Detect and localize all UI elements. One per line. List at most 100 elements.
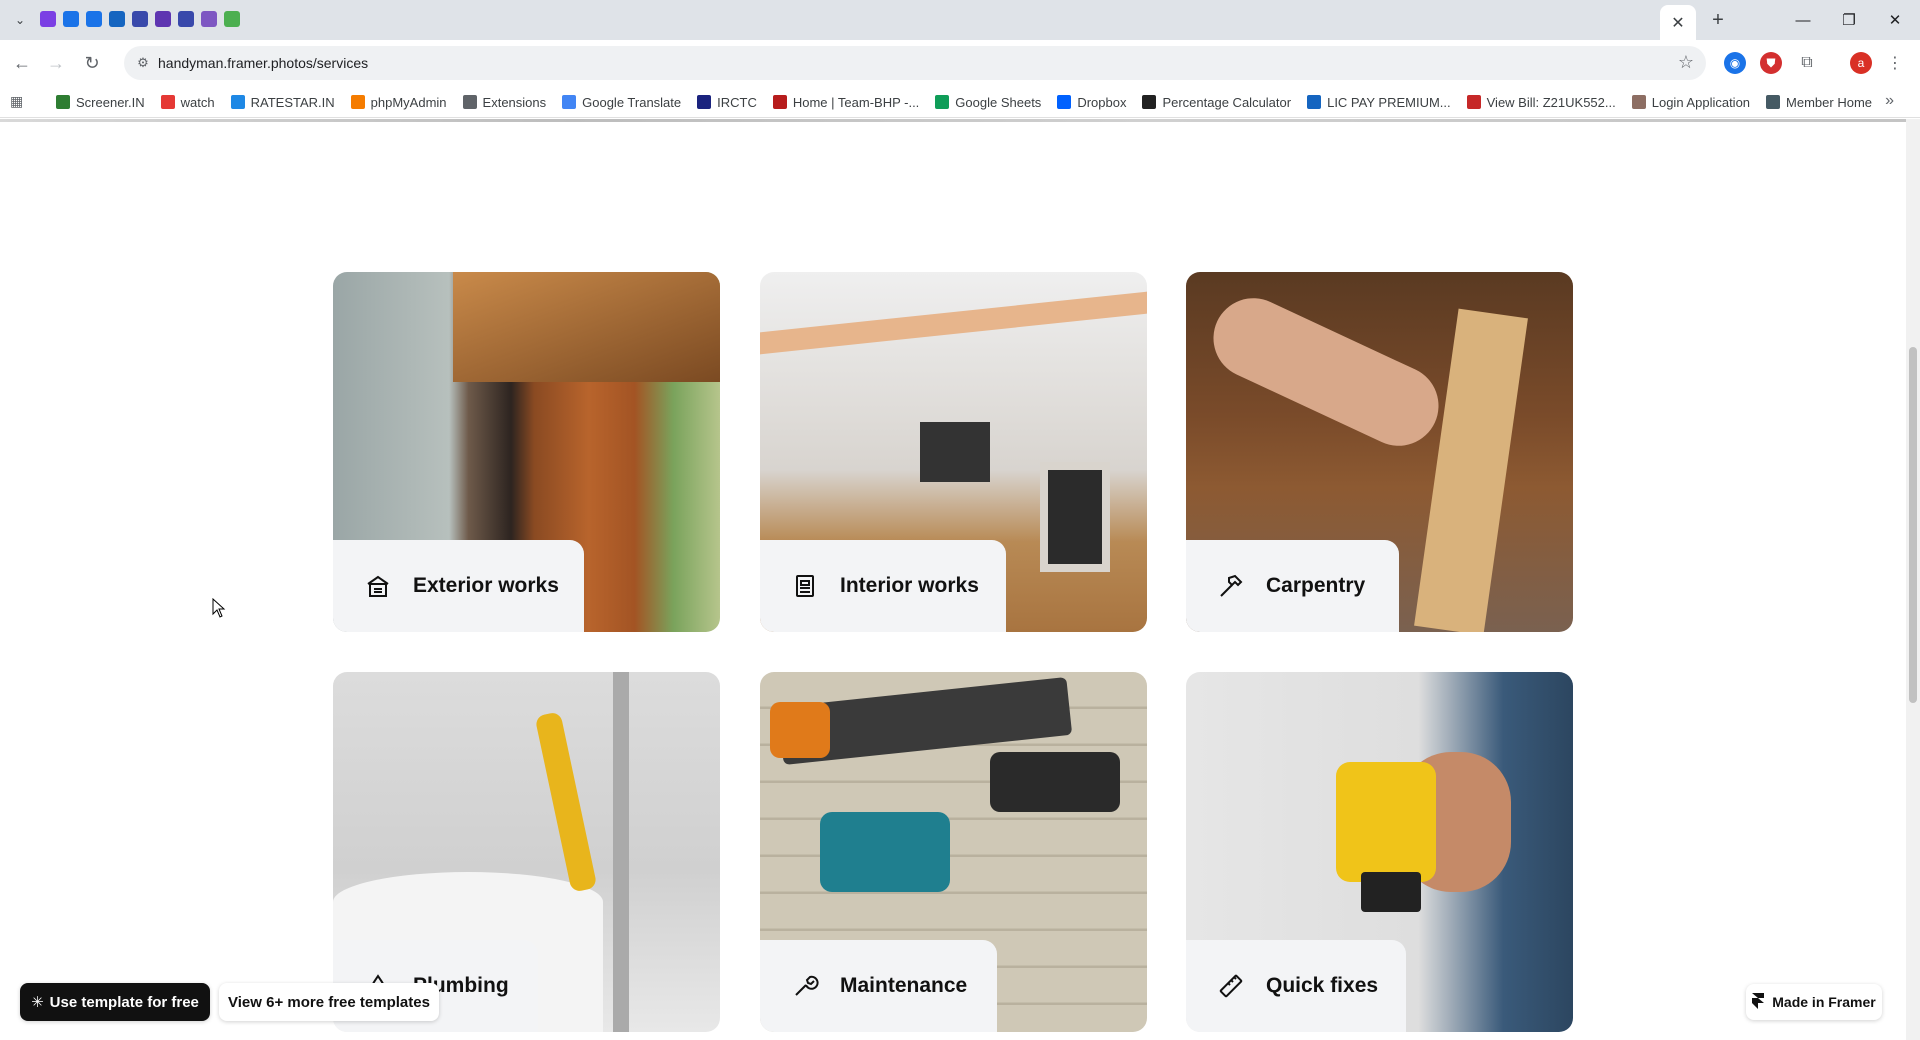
bookmark-favicon-icon: [1466, 95, 1481, 109]
site-info-icon[interactable]: ⚙: [134, 54, 152, 72]
service-label: Maintenance: [760, 940, 997, 1032]
tab-favicon-icon[interactable]: [86, 11, 102, 27]
bookmark-favicon-icon: [562, 95, 577, 109]
service-card-plumbing[interactable]: Plumbing: [333, 672, 720, 1032]
close-tab-icon[interactable]: ✕: [1671, 13, 1684, 33]
bookmark-item[interactable]: Login Application: [1631, 94, 1751, 110]
service-title: Quick fixes: [1266, 974, 1379, 997]
bookmark-label: IRCTC: [717, 94, 757, 110]
page-scrollbar[interactable]: [1906, 119, 1920, 1040]
puzzle-icon[interactable]: ⧉: [1796, 52, 1818, 74]
bookmark-favicon-icon: [56, 95, 70, 109]
apps-grid-icon[interactable]: ▦: [10, 93, 28, 111]
avatar[interactable]: a: [1850, 52, 1872, 74]
bookmark-label: Google Sheets: [955, 94, 1042, 110]
bookmark-item[interactable]: Extensions: [462, 95, 546, 110]
bookmark-list: Screener.IN watch RATESTAR.IN phpMyAdmin Ext…: [56, 86, 1872, 118]
address-bar[interactable]: ⚙ handyman.framer.photos/services ☆: [124, 46, 1706, 80]
service-title: Maintenance: [840, 974, 968, 997]
bookmarks-bar: ▦ Screener.IN watch RATESTAR.IN phpMyAdmin E…: [0, 86, 1920, 118]
bookmark-label: Member Home: [1786, 94, 1873, 110]
bookmark-item[interactable]: Dropbox: [1057, 95, 1126, 110]
bookmark-favicon-icon: [772, 95, 787, 109]
bookmark-label: watch: [180, 94, 215, 110]
bookmark-label: View Bill: Z21UK552...: [1486, 94, 1616, 110]
service-label: Quick fixes: [1186, 940, 1406, 1032]
bookmark-label: Screener.IN: [76, 94, 145, 110]
bookmark-item[interactable]: Google Translate: [562, 95, 681, 110]
more-bookmarks-icon[interactable]: »: [1885, 92, 1894, 110]
tab-favicon-icon[interactable]: [224, 11, 240, 27]
bookmark-label: Google Translate: [582, 94, 682, 110]
bookmark-favicon-icon: [1142, 95, 1157, 109]
new-tab-button[interactable]: +: [1704, 8, 1732, 32]
more-templates-button[interactable]: View 6+ more free templates: [219, 983, 439, 1021]
bookmark-favicon-icon: [230, 95, 245, 109]
service-label: Exterior works: [333, 540, 584, 632]
service-card-carpentry[interactable]: Carpentry: [1186, 272, 1573, 632]
minimize-button[interactable]: —: [1780, 6, 1826, 34]
service-card-quick-fixes[interactable]: Quick fixes: [1186, 672, 1573, 1032]
service-card-exterior[interactable]: Exterior works: [333, 272, 720, 632]
tab-favicon-icon[interactable]: [63, 11, 79, 27]
bookmark-label: phpMyAdmin: [370, 94, 447, 110]
tab-favicon-icon[interactable]: [155, 11, 171, 27]
mouse-cursor-icon: [212, 598, 226, 618]
bookmark-favicon-icon: [350, 95, 365, 109]
bookmark-favicon-icon: [1057, 95, 1072, 109]
bookmark-star-icon[interactable]: ☆: [1678, 52, 1694, 73]
bookmark-item[interactable]: View Bill: Z21UK552...: [1466, 94, 1616, 110]
tab-strip: ⌄ ✕ + — ❐ ✕: [0, 0, 1920, 40]
tab-favicon-icon[interactable]: [40, 11, 56, 27]
framer-logo-icon: [1752, 992, 1765, 1012]
active-tab[interactable]: ✕: [1660, 5, 1696, 40]
bookmark-item[interactable]: Member Home: [1766, 95, 1872, 110]
tab-favicon-icon[interactable]: [132, 11, 148, 27]
tab-search-icon[interactable]: ⌄: [8, 8, 32, 32]
service-title: Interior works: [840, 574, 979, 597]
bookmark-favicon-icon: [462, 95, 477, 109]
url-text[interactable]: handyman.framer.photos/services: [158, 55, 368, 71]
bookmark-favicon-icon: [1307, 95, 1322, 109]
bookmark-item[interactable]: Google Sheets: [935, 95, 1041, 110]
close-window-button[interactable]: ✕: [1872, 6, 1918, 34]
forward-icon[interactable]: →: [42, 49, 70, 77]
scrollbar-thumb[interactable]: [1909, 347, 1917, 703]
service-card-interior[interactable]: Interior works: [760, 272, 1147, 632]
bookmark-label: Dropbox: [1077, 94, 1127, 110]
page-viewport: Exterior works Interior works Carpentry …: [0, 119, 1906, 1040]
bookmark-item[interactable]: IRCTC: [697, 95, 757, 110]
bookmark-label: Login Application: [1651, 94, 1751, 110]
sparkle-icon: ✳: [31, 994, 44, 1011]
house-icon: [363, 571, 393, 601]
service-label: Interior works: [760, 540, 1006, 632]
back-icon[interactable]: ←: [8, 49, 36, 77]
ruler-icon: [1216, 971, 1246, 1001]
bookmark-favicon-icon: [1766, 95, 1781, 109]
bookmark-item[interactable]: Percentage Calculator: [1142, 95, 1291, 110]
reload-icon[interactable]: ↻: [78, 49, 106, 77]
tab-favicon-icon[interactable]: [109, 11, 125, 27]
bookmark-favicon-icon: [160, 95, 175, 109]
extension-icon[interactable]: ◉: [1724, 52, 1746, 74]
bookmark-item[interactable]: LIC PAY PREMIUM...: [1307, 95, 1451, 110]
tab-favicon-icon[interactable]: [201, 11, 217, 27]
tab-favicon-icon[interactable]: [178, 11, 194, 27]
bookmark-item[interactable]: watch: [160, 94, 215, 110]
use-template-button[interactable]: ✳ Use template for free: [20, 983, 210, 1021]
bookmark-item[interactable]: Screener.IN: [56, 95, 145, 110]
section-edge: [0, 119, 1906, 122]
bookmark-favicon-icon: [1631, 95, 1646, 109]
service-title: Exterior works: [413, 574, 559, 597]
bookmark-item[interactable]: Home | Team-BHP -...: [772, 95, 919, 110]
browser-toolbar: ← → ↻ ⚙ handyman.framer.photos/services …: [0, 40, 1920, 86]
maximize-button[interactable]: ❐: [1826, 6, 1872, 34]
menu-icon[interactable]: ⋮: [1884, 52, 1906, 74]
wrench-icon: [790, 971, 820, 1001]
shield-extension-icon[interactable]: ⛊: [1760, 52, 1782, 74]
made-in-framer-badge[interactable]: Made in Framer: [1746, 984, 1882, 1020]
tab-favicons: [40, 11, 240, 27]
bookmark-item[interactable]: RATESTAR.IN: [230, 95, 335, 110]
service-card-maintenance[interactable]: Maintenance: [760, 672, 1147, 1032]
bookmark-item[interactable]: phpMyAdmin: [350, 94, 447, 110]
